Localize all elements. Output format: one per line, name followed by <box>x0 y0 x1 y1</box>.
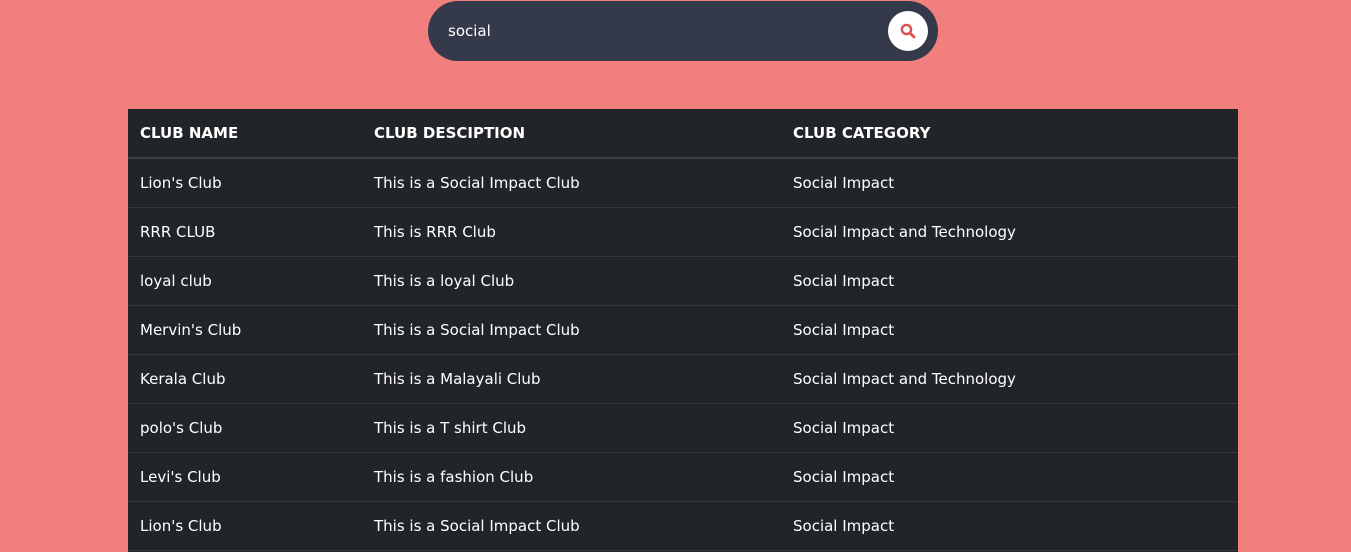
club-category-cell: Social Impact and Technology <box>781 354 1238 404</box>
table-row: Lion's Club This is a Social Impact Club… <box>128 501 1238 551</box>
club-category-cell: Social Impact <box>781 452 1238 502</box>
table-row: loyal club This is a loyal Club Social I… <box>128 256 1238 306</box>
club-name-cell: RRR CLUB <box>128 207 362 257</box>
club-name-cell: polo's Club <box>128 403 362 453</box>
club-description-cell: This is a Malayali Club <box>362 354 781 404</box>
club-description-cell: This is a T shirt Club <box>362 403 781 453</box>
club-category-cell: Social Impact <box>781 305 1238 355</box>
table-row: RRR CLUB This is RRR Club Social Impact … <box>128 207 1238 257</box>
club-category-cell: Social Impact <box>781 158 1238 208</box>
club-name-cell: Kerala Club <box>128 354 362 404</box>
club-category-cell: Social Impact <box>781 256 1238 306</box>
clubs-table-container: CLUB NAME CLUB DESCIPTION CLUB CATEGORY … <box>128 109 1238 552</box>
club-name-cell: Lion's Club <box>128 158 362 208</box>
club-category-cell: Social Impact <box>781 403 1238 453</box>
search-icon <box>900 23 916 39</box>
search-button[interactable] <box>888 11 928 51</box>
table-row: Mervin's Club This is a Social Impact Cl… <box>128 305 1238 355</box>
club-name-cell: loyal club <box>128 256 362 306</box>
table-row: Lion's Club This is a Social Impact Club… <box>128 158 1238 208</box>
club-category-cell: Social Impact <box>781 501 1238 551</box>
table-header-row: CLUB NAME CLUB DESCIPTION CLUB CATEGORY <box>128 109 1238 159</box>
club-name-cell: Mervin's Club <box>128 305 362 355</box>
clubs-table: CLUB NAME CLUB DESCIPTION CLUB CATEGORY … <box>128 109 1238 551</box>
table-row: Levi's Club This is a fashion Club Socia… <box>128 452 1238 502</box>
club-description-cell: This is a Social Impact Club <box>362 158 781 208</box>
club-description-cell: This is RRR Club <box>362 207 781 257</box>
table-row: polo's Club This is a T shirt Club Socia… <box>128 403 1238 453</box>
club-description-cell: This is a fashion Club <box>362 452 781 502</box>
search-bar <box>428 1 938 61</box>
table-row: Kerala Club This is a Malayali Club Soci… <box>128 354 1238 404</box>
header-club-name: CLUB NAME <box>128 109 362 159</box>
club-description-cell: This is a Social Impact Club <box>362 501 781 551</box>
club-category-cell: Social Impact and Technology <box>781 207 1238 257</box>
header-club-category: CLUB CATEGORY <box>781 109 1238 159</box>
club-name-cell: Lion's Club <box>128 501 362 551</box>
club-description-cell: This is a Social Impact Club <box>362 305 781 355</box>
club-description-cell: This is a loyal Club <box>362 256 781 306</box>
club-name-cell: Levi's Club <box>128 452 362 502</box>
header-club-description: CLUB DESCIPTION <box>362 109 781 159</box>
search-input[interactable] <box>448 18 848 44</box>
